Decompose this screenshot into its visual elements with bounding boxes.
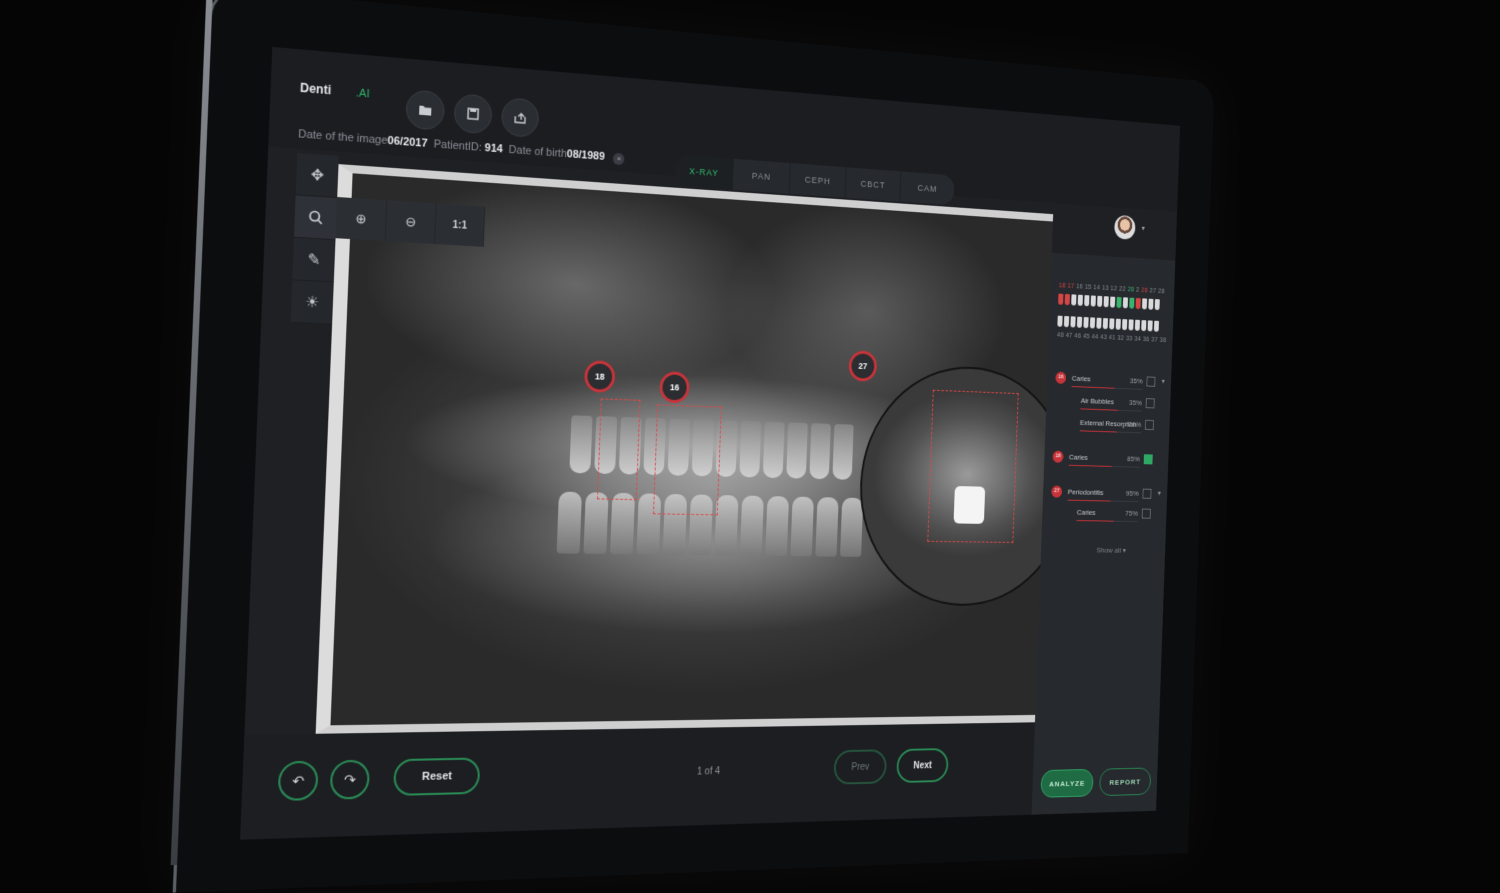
- reset-button[interactable]: Reset: [393, 757, 480, 796]
- zoom-in-button[interactable]: ⊕: [336, 197, 388, 241]
- confidence-bar: [1067, 500, 1138, 502]
- dob-value: 08/1989: [567, 148, 605, 163]
- finding-27-caries[interactable]: Caries 75%: [1050, 505, 1162, 524]
- tab-cam[interactable]: CAM: [900, 171, 955, 205]
- save-button[interactable]: [454, 93, 493, 134]
- tooth-16-region: [653, 404, 722, 515]
- finding-27-periodontitis[interactable]: 27 Periodontitis 95% ▾: [1051, 485, 1163, 504]
- app-window: Denti .AI Date of the image06/2017 Patien…: [240, 47, 1180, 840]
- logo-text: Denti: [300, 80, 332, 97]
- folder-icon: [418, 103, 433, 116]
- tooth-badge: 18: [1052, 451, 1063, 463]
- finding-name: Caries: [1072, 374, 1091, 383]
- finding-16-caries[interactable]: 16 Caries 35% ▾: [1055, 371, 1166, 392]
- share-icon: [514, 111, 527, 124]
- page-indicator: 1 of 4: [697, 766, 720, 777]
- logo-suffix: .AI: [356, 87, 370, 100]
- confidence-bar: [1072, 386, 1143, 390]
- report-button[interactable]: REPORT: [1099, 767, 1151, 796]
- brightness-icon: ☀: [305, 292, 320, 311]
- confidence-bar: [1069, 465, 1140, 468]
- zoom-in-icon: ⊕: [355, 211, 367, 228]
- date-label: Date of the image: [298, 128, 388, 147]
- zoom-bar: ⊕ ⊖ 1:1: [336, 197, 486, 247]
- finding-checkbox-checked[interactable]: [1144, 454, 1153, 464]
- next-button[interactable]: Next: [896, 748, 949, 783]
- clear-patient-button[interactable]: ×: [613, 153, 625, 166]
- search-icon: [308, 210, 323, 225]
- finding-name: Periodontitis: [1068, 488, 1104, 497]
- finding-name: Air Bubbles: [1081, 397, 1114, 406]
- laptop-frame: Denti .AI Date of the image06/2017 Patien…: [176, 0, 1215, 892]
- finding-confidence: 95%: [1126, 489, 1139, 497]
- finding-checkbox[interactable]: [1142, 489, 1151, 499]
- patient-meta: Date of the image06/2017 PatientID: 914 …: [298, 128, 625, 165]
- tooth-pin-16[interactable]: 16: [659, 371, 690, 403]
- finding-checkbox[interactable]: [1146, 398, 1155, 408]
- app-logo: Denti .AI: [300, 80, 370, 100]
- undo-button[interactable]: ↶: [277, 761, 318, 801]
- open-folder-button[interactable]: [405, 89, 445, 131]
- prev-button[interactable]: Prev: [833, 749, 887, 784]
- lower-tooth-chart[interactable]: [1057, 316, 1159, 332]
- tab-ceph[interactable]: CEPH: [790, 163, 847, 198]
- finding-confidence: 35%: [1129, 398, 1142, 407]
- analyze-button[interactable]: ANALYZE: [1040, 769, 1093, 798]
- finding-checkbox[interactable]: [1146, 376, 1155, 386]
- findings-panel: 18 17 16 15 14 13 12 22 28 2 26 27 28 48…: [1032, 253, 1176, 815]
- finding-name: Caries: [1069, 453, 1088, 462]
- dob-label: Date of birth: [509, 144, 568, 160]
- draw-tool[interactable]: ✎: [292, 238, 335, 283]
- tooth-18-region: [597, 398, 641, 500]
- user-avatar[interactable]: [1114, 215, 1136, 240]
- tooth-pin-27[interactable]: 27: [848, 350, 877, 382]
- brightness-tool[interactable]: ☀: [291, 280, 334, 324]
- patient-value: 914: [484, 142, 503, 155]
- finding-name: Caries: [1077, 508, 1096, 517]
- xray-viewer[interactable]: 18 16 27: [316, 164, 1054, 734]
- date-value: 06/2017: [387, 135, 428, 150]
- redo-button[interactable]: ↷: [330, 760, 371, 800]
- chevron-down-icon[interactable]: ▾: [1141, 224, 1144, 232]
- finding-18-caries[interactable]: 18 Caries 85%: [1052, 450, 1164, 470]
- tab-pan[interactable]: PAN: [733, 159, 791, 194]
- undo-icon: ↶: [292, 772, 305, 790]
- confidence-bar: [1077, 520, 1138, 522]
- finding-checkbox[interactable]: [1142, 509, 1151, 519]
- chevron-down-icon[interactable]: ▾: [1161, 377, 1164, 385]
- tab-xray[interactable]: X-RAY: [675, 154, 734, 189]
- finding-confidence: 85%: [1127, 455, 1140, 464]
- zoom-reset-button[interactable]: 1:1: [435, 203, 485, 246]
- move-tool[interactable]: ✥: [296, 153, 339, 198]
- finding-confidence: 35%: [1130, 377, 1143, 386]
- lower-tooth-numbers: 48 47 46 45 44 43 41 32 33 34 36 37 38: [1057, 332, 1167, 344]
- move-icon: ✥: [310, 165, 324, 184]
- tab-cbct[interactable]: CBCT: [845, 167, 901, 201]
- save-icon: [467, 107, 479, 120]
- upper-tooth-chart[interactable]: [1058, 294, 1160, 311]
- confidence-bar: [1080, 408, 1141, 411]
- tooth-badge: 27: [1051, 486, 1062, 498]
- show-all-link[interactable]: Show all ▾: [1096, 546, 1126, 555]
- confidence-bar: [1080, 430, 1141, 433]
- redo-icon: ↷: [343, 771, 356, 789]
- tooth-pin-18[interactable]: 18: [584, 360, 616, 393]
- tooth-27-region: [927, 390, 1018, 543]
- zoom-out-icon: ⊖: [405, 214, 417, 231]
- left-toolbar: ✥ ✎ ☀: [291, 153, 339, 325]
- zoom-tool[interactable]: [294, 195, 337, 240]
- zoom-out-button[interactable]: ⊖: [386, 200, 437, 244]
- chevron-down-icon[interactable]: ▾: [1158, 489, 1161, 497]
- patient-label: PatientID:: [433, 138, 481, 154]
- tooth-badge: 16: [1055, 372, 1066, 384]
- upper-tooth-numbers: 18 17 16 15 14 13 12 22 28 2 26 27 28: [1059, 283, 1165, 296]
- pencil-icon: ✎: [307, 250, 321, 269]
- share-button[interactable]: [501, 97, 539, 138]
- finding-external-resorption[interactable]: External Resorption 20%: [1054, 415, 1165, 435]
- finding-confidence: 20%: [1128, 420, 1141, 429]
- finding-confidence: 75%: [1125, 509, 1138, 517]
- finding-checkbox[interactable]: [1145, 420, 1154, 430]
- bottom-bar: ↶ ↷ Reset 1 of 4 Prev Next: [240, 722, 1035, 839]
- finding-air-bubbles[interactable]: Air Bubbles 35%: [1054, 393, 1165, 414]
